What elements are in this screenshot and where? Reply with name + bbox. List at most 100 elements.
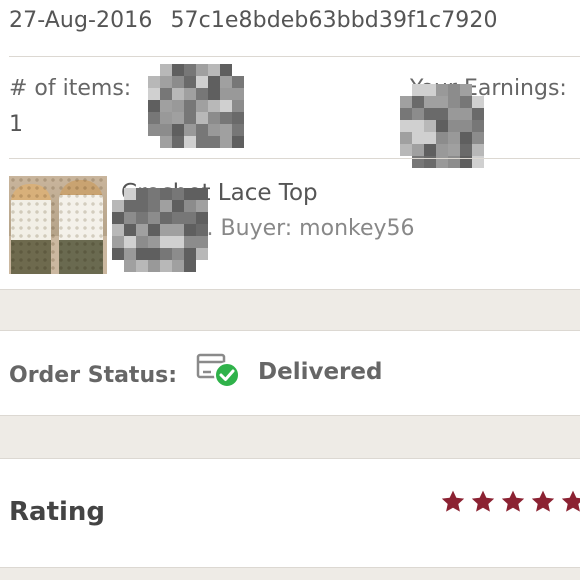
mosaic-block xyxy=(196,64,208,76)
mosaic-block xyxy=(160,188,172,200)
mosaic-block xyxy=(424,96,436,108)
mosaic-block xyxy=(172,200,184,212)
mosaic-block xyxy=(172,260,184,272)
mosaic-block xyxy=(184,260,196,272)
mosaic-block xyxy=(436,120,448,132)
mosaic-block xyxy=(172,212,184,224)
mosaic-block xyxy=(136,224,148,236)
order-status-value: Delivered xyxy=(258,359,383,385)
mosaic-block xyxy=(160,124,172,136)
order-summary-card[interactable]: 27-Aug-2016 57c1e8bdeb63bbd39f1c7920 # of… xyxy=(0,0,580,290)
mosaic-block xyxy=(136,188,148,200)
mosaic-block xyxy=(184,212,196,224)
mosaic-block xyxy=(232,76,244,88)
mosaic-block xyxy=(196,100,208,112)
mosaic-block xyxy=(412,120,424,132)
order-status-label: Order Status: xyxy=(9,363,178,388)
mosaic-block xyxy=(172,236,184,248)
mosaic-block xyxy=(148,260,160,272)
mosaic-block xyxy=(172,188,184,200)
mosaic-block xyxy=(412,96,424,108)
box-delivered-icon xyxy=(196,353,240,388)
mosaic-block xyxy=(148,224,160,236)
mosaic-block xyxy=(172,64,184,76)
rating-stars xyxy=(440,489,580,515)
mosaic-block xyxy=(112,224,124,236)
mosaic-block xyxy=(172,136,184,148)
order-status-card: Order Status: Delivered xyxy=(0,330,580,416)
mosaic-block xyxy=(184,64,196,76)
mosaic-block xyxy=(220,124,232,136)
mosaic-block xyxy=(472,144,484,156)
mosaic-block xyxy=(184,236,196,248)
mosaic-block xyxy=(196,124,208,136)
mosaic-block xyxy=(148,236,160,248)
mosaic-block xyxy=(220,88,232,100)
star-icon xyxy=(471,490,495,512)
mosaic-block xyxy=(208,76,220,88)
mosaic-block xyxy=(220,100,232,112)
mosaic-block xyxy=(172,224,184,236)
rating-label: Rating xyxy=(9,497,106,527)
mosaic-block xyxy=(160,76,172,88)
mosaic-block xyxy=(160,224,172,236)
mosaic-block xyxy=(160,236,172,248)
mosaic-block xyxy=(124,236,136,248)
mosaic-block xyxy=(136,200,148,212)
mosaic-block xyxy=(184,112,196,124)
mosaic-block xyxy=(148,112,160,124)
divider xyxy=(9,56,580,57)
redacted-product-mosaic xyxy=(112,188,208,272)
mosaic-block xyxy=(208,64,220,76)
mosaic-block xyxy=(412,144,424,156)
mosaic-block xyxy=(160,112,172,124)
items-count-label: # of items: xyxy=(9,76,132,101)
mosaic-block xyxy=(172,88,184,100)
mosaic-block xyxy=(136,212,148,224)
mosaic-block xyxy=(184,100,196,112)
order-date: 27-Aug-2016 xyxy=(9,8,153,33)
mosaic-block xyxy=(400,120,412,132)
mosaic-block xyxy=(160,64,172,76)
mosaic-block xyxy=(472,96,484,108)
mosaic-block xyxy=(208,88,220,100)
mosaic-block xyxy=(436,108,448,120)
mosaic-block xyxy=(424,120,436,132)
mosaic-block xyxy=(460,132,472,144)
star-icon xyxy=(531,490,555,512)
mosaic-block xyxy=(232,124,244,136)
mosaic-block xyxy=(472,132,484,144)
mosaic-block xyxy=(148,76,160,88)
mosaic-block xyxy=(172,124,184,136)
mosaic-block xyxy=(448,144,460,156)
mosaic-block xyxy=(124,224,136,236)
product-thumbnail[interactable] xyxy=(9,176,107,274)
mosaic-block xyxy=(172,112,184,124)
mosaic-block xyxy=(124,260,136,272)
mosaic-block xyxy=(436,84,448,96)
mosaic-block xyxy=(196,188,208,200)
mosaic-block xyxy=(112,200,124,212)
mosaic-block xyxy=(136,248,148,260)
mosaic-block xyxy=(148,188,160,200)
mosaic-block xyxy=(184,188,196,200)
mosaic-block xyxy=(460,96,472,108)
mosaic-block xyxy=(472,120,484,132)
mosaic-block xyxy=(160,136,172,148)
mosaic-block xyxy=(232,100,244,112)
mosaic-block xyxy=(424,132,436,144)
mosaic-block xyxy=(184,88,196,100)
mosaic-block xyxy=(208,136,220,148)
redacted-price-mosaic xyxy=(148,64,244,148)
mosaic-block xyxy=(436,96,448,108)
mosaic-block xyxy=(196,112,208,124)
mosaic-block xyxy=(436,144,448,156)
mosaic-block xyxy=(220,136,232,148)
mosaic-block xyxy=(160,100,172,112)
mosaic-block xyxy=(412,84,424,96)
mosaic-block xyxy=(448,84,460,96)
mosaic-block xyxy=(220,64,232,76)
mosaic-block xyxy=(448,96,460,108)
mosaic-block xyxy=(172,248,184,260)
mosaic-block xyxy=(412,108,424,120)
